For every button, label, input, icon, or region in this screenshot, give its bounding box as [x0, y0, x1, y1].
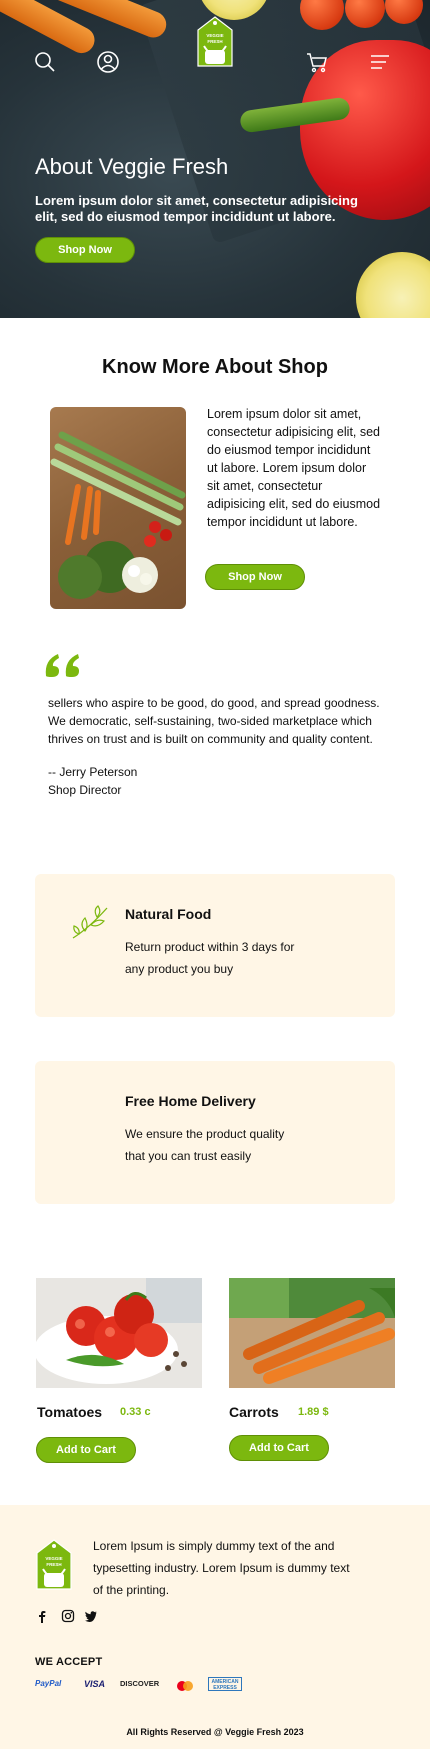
amex-logo: AMERICAN EXPRESS — [208, 1677, 242, 1691]
footer: VEGGIE FRESH Lorem Ipsum is simply dummy… — [0, 1505, 430, 1749]
product-name: Carrots — [229, 1404, 279, 1420]
brand-logo[interactable]: VEGGIE FRESH — [196, 16, 234, 68]
hero-banner: VEGGIE FRESH About Veggie Fresh Lorem ip… — [0, 0, 430, 318]
about-shop-now-button[interactable]: Shop Now — [205, 564, 305, 590]
product-image-carrots[interactable] — [229, 1278, 395, 1388]
menu-icon[interactable] — [369, 50, 393, 74]
twitter-icon[interactable] — [84, 1609, 98, 1623]
product-price: 0.33 c — [120, 1406, 151, 1418]
svg-text:VEGGIE: VEGGIE — [45, 1556, 62, 1561]
author-role: Shop Director — [48, 783, 122, 797]
quote-icon — [45, 654, 79, 677]
feature-title: Natural Food — [125, 906, 212, 922]
instagram-icon[interactable] — [61, 1609, 75, 1623]
add-to-cart-button[interactable]: Add to Cart — [36, 1437, 136, 1463]
search-icon[interactable] — [33, 50, 57, 74]
footer-text: Lorem Ipsum is simply dummy text of the … — [93, 1539, 350, 1597]
product-price: 1.89 $ — [298, 1406, 329, 1418]
hero-title: About Veggie Fresh — [35, 154, 229, 179]
footer-logo[interactable]: VEGGIE FRESH — [35, 1539, 73, 1591]
discover-logo: DISCOVER — [120, 1679, 160, 1688]
author-name: -- Jerry Peterson — [48, 765, 138, 779]
mastercard-logo — [177, 1681, 193, 1691]
svg-text:FRESH: FRESH — [207, 39, 222, 44]
add-to-cart-button[interactable]: Add to Cart — [229, 1435, 329, 1461]
feature-card-free-delivery: Free Home Delivery We ensure the product… — [35, 1061, 395, 1204]
hero-shop-now-button[interactable]: Shop Now — [35, 237, 135, 263]
leaf-icon — [72, 905, 108, 939]
testimonial-text: sellers who aspire to be good, do good, … — [48, 696, 380, 746]
paypal-logo: PayPal — [35, 1679, 62, 1688]
cart-icon[interactable] — [305, 50, 329, 74]
feature-desc: Return product within 3 days for any pro… — [125, 940, 295, 976]
feature-title: Free Home Delivery — [125, 1093, 256, 1109]
facebook-icon[interactable] — [35, 1609, 49, 1623]
feature-card-natural-food: Natural Food Return product within 3 day… — [35, 874, 395, 1017]
hero-text: Lorem ipsum dolor sit amet, consectetur … — [35, 193, 358, 224]
visa-logo: VISA — [84, 1679, 106, 1689]
user-icon[interactable] — [96, 50, 120, 74]
about-section-title: Know More About Shop — [102, 356, 328, 378]
vegetables-image — [50, 407, 186, 609]
lemon-image — [356, 252, 430, 318]
copyright-text: All Rights Reserved @ Veggie Fresh 2023 — [126, 1727, 304, 1737]
product-image-tomatoes[interactable] — [36, 1278, 202, 1388]
svg-text:FRESH: FRESH — [46, 1562, 61, 1567]
we-accept-label: WE ACCEPT — [35, 1656, 103, 1668]
feature-desc: We ensure the product quality that you c… — [125, 1127, 285, 1163]
product-name: Tomatoes — [37, 1404, 103, 1420]
about-text: Lorem ipsum dolor sit amet, consectetur … — [207, 407, 381, 529]
testimonial-author: -- Jerry Peterson Shop Director — [48, 763, 137, 799]
svg-text:VEGGIE: VEGGIE — [206, 33, 223, 38]
